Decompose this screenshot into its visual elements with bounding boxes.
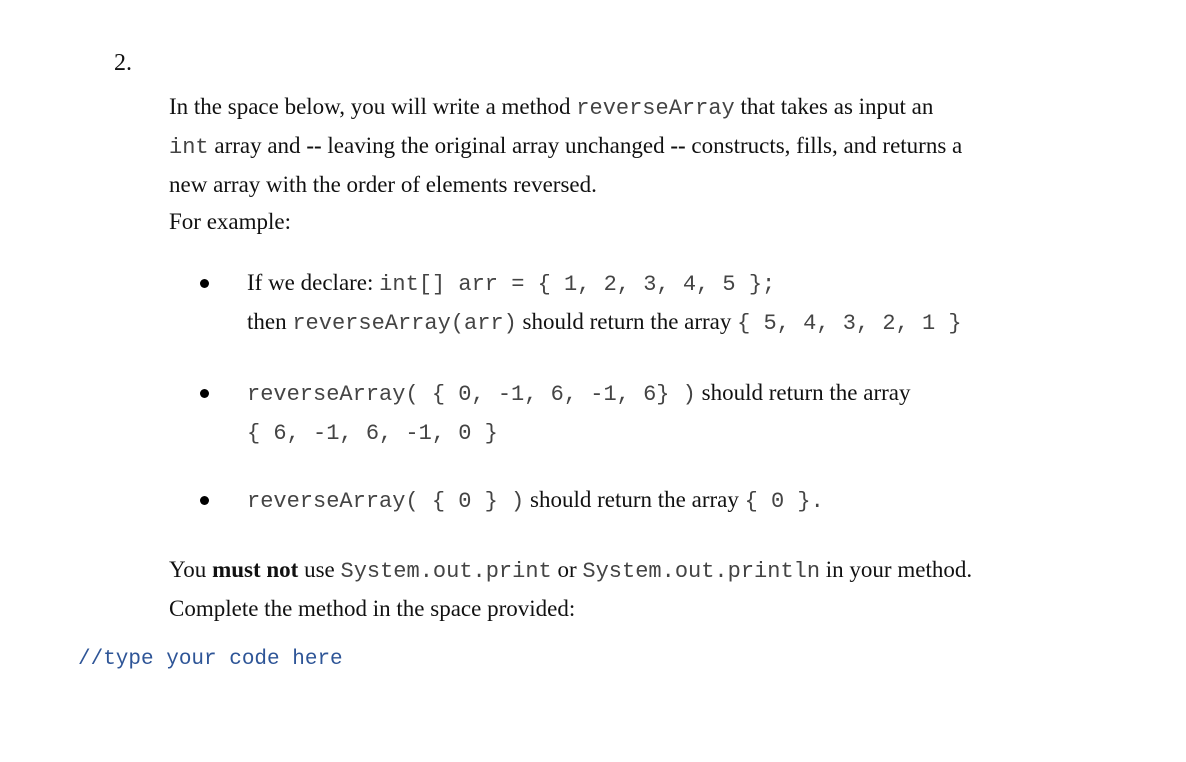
text: array and	[208, 133, 307, 158]
result-code: { 0 }.	[744, 489, 824, 514]
text: leaving the original array unchanged	[321, 133, 671, 158]
result-code: { 6, -1, 6, -1, 0 }	[247, 421, 498, 446]
bullet-icon	[200, 389, 209, 398]
print-code: System.out.print	[340, 559, 552, 584]
example-item-3: reverseArray( { 0 } ) should return the …	[200, 481, 824, 520]
example-2-line-1: reverseArray( { 0, -1, 6, -1, 6} ) shoul…	[247, 374, 910, 413]
example-1-line-1: If we declare: int[] arr = { 1, 2, 3, 4,…	[247, 264, 962, 303]
text: constructs, fills, and returns a	[685, 133, 963, 158]
text: should return the array	[695, 380, 911, 405]
text: If we declare:	[247, 270, 380, 295]
description-line-1: In the space below, you will write a met…	[169, 88, 1129, 127]
example-2-line-2: { 6, -1, 6, -1, 0 }	[247, 413, 910, 452]
code-editor-area[interactable]: //type your code here	[78, 648, 343, 671]
example-1-line-2: then reverseArray(arr) should return the…	[247, 303, 962, 342]
instructions: You must not use System.out.print or Sys…	[169, 551, 1129, 627]
dash: --	[306, 133, 322, 158]
example-item-2: reverseArray( { 0, -1, 6, -1, 6} ) shoul…	[200, 374, 910, 452]
call-code: reverseArray( { 0, -1, 6, -1, 6} )	[247, 382, 696, 407]
println-code: System.out.println	[582, 559, 821, 584]
call-code: reverseArray( { 0 } )	[247, 489, 525, 514]
for-example-label: For example:	[169, 209, 291, 234]
text: then	[247, 309, 293, 334]
instructions-line-2: Complete the method in the space provide…	[169, 596, 576, 621]
text: in your method.	[820, 557, 973, 582]
problem-description: In the space below, you will write a met…	[169, 88, 1129, 240]
text: should return the array	[524, 487, 745, 512]
instructions-line-1: You must not use System.out.print or Sys…	[169, 551, 1129, 590]
text: or	[551, 557, 583, 582]
bullet-icon	[200, 496, 209, 505]
int-type-code: int	[169, 135, 209, 160]
result-code: { 5, 4, 3, 2, 1 }	[737, 311, 962, 336]
code-placeholder-comment[interactable]: //type your code here	[78, 648, 343, 671]
dash: --	[670, 133, 686, 158]
must-not-emphasis: must not	[212, 557, 299, 582]
description-line-3: new array with the order of elements rev…	[169, 172, 597, 197]
text: use	[298, 557, 341, 582]
declaration-code: int[] arr = { 1, 2, 3, 4, 5 };	[379, 272, 776, 297]
method-name-code: reverseArray	[576, 96, 735, 121]
call-code: reverseArray(arr)	[292, 311, 517, 336]
text: You	[169, 557, 213, 582]
description-line-2: int array and -- leaving the original ar…	[169, 127, 1129, 166]
bullet-icon	[200, 279, 209, 288]
example-3-line-1: reverseArray( { 0 } ) should return the …	[247, 481, 824, 520]
text: In the space below, you will write a met…	[169, 94, 577, 119]
text: should return the array	[516, 309, 738, 334]
example-item-1: If we declare: int[] arr = { 1, 2, 3, 4,…	[200, 264, 962, 342]
question-number: 2.	[114, 50, 132, 76]
text: that takes as input an	[734, 94, 934, 119]
